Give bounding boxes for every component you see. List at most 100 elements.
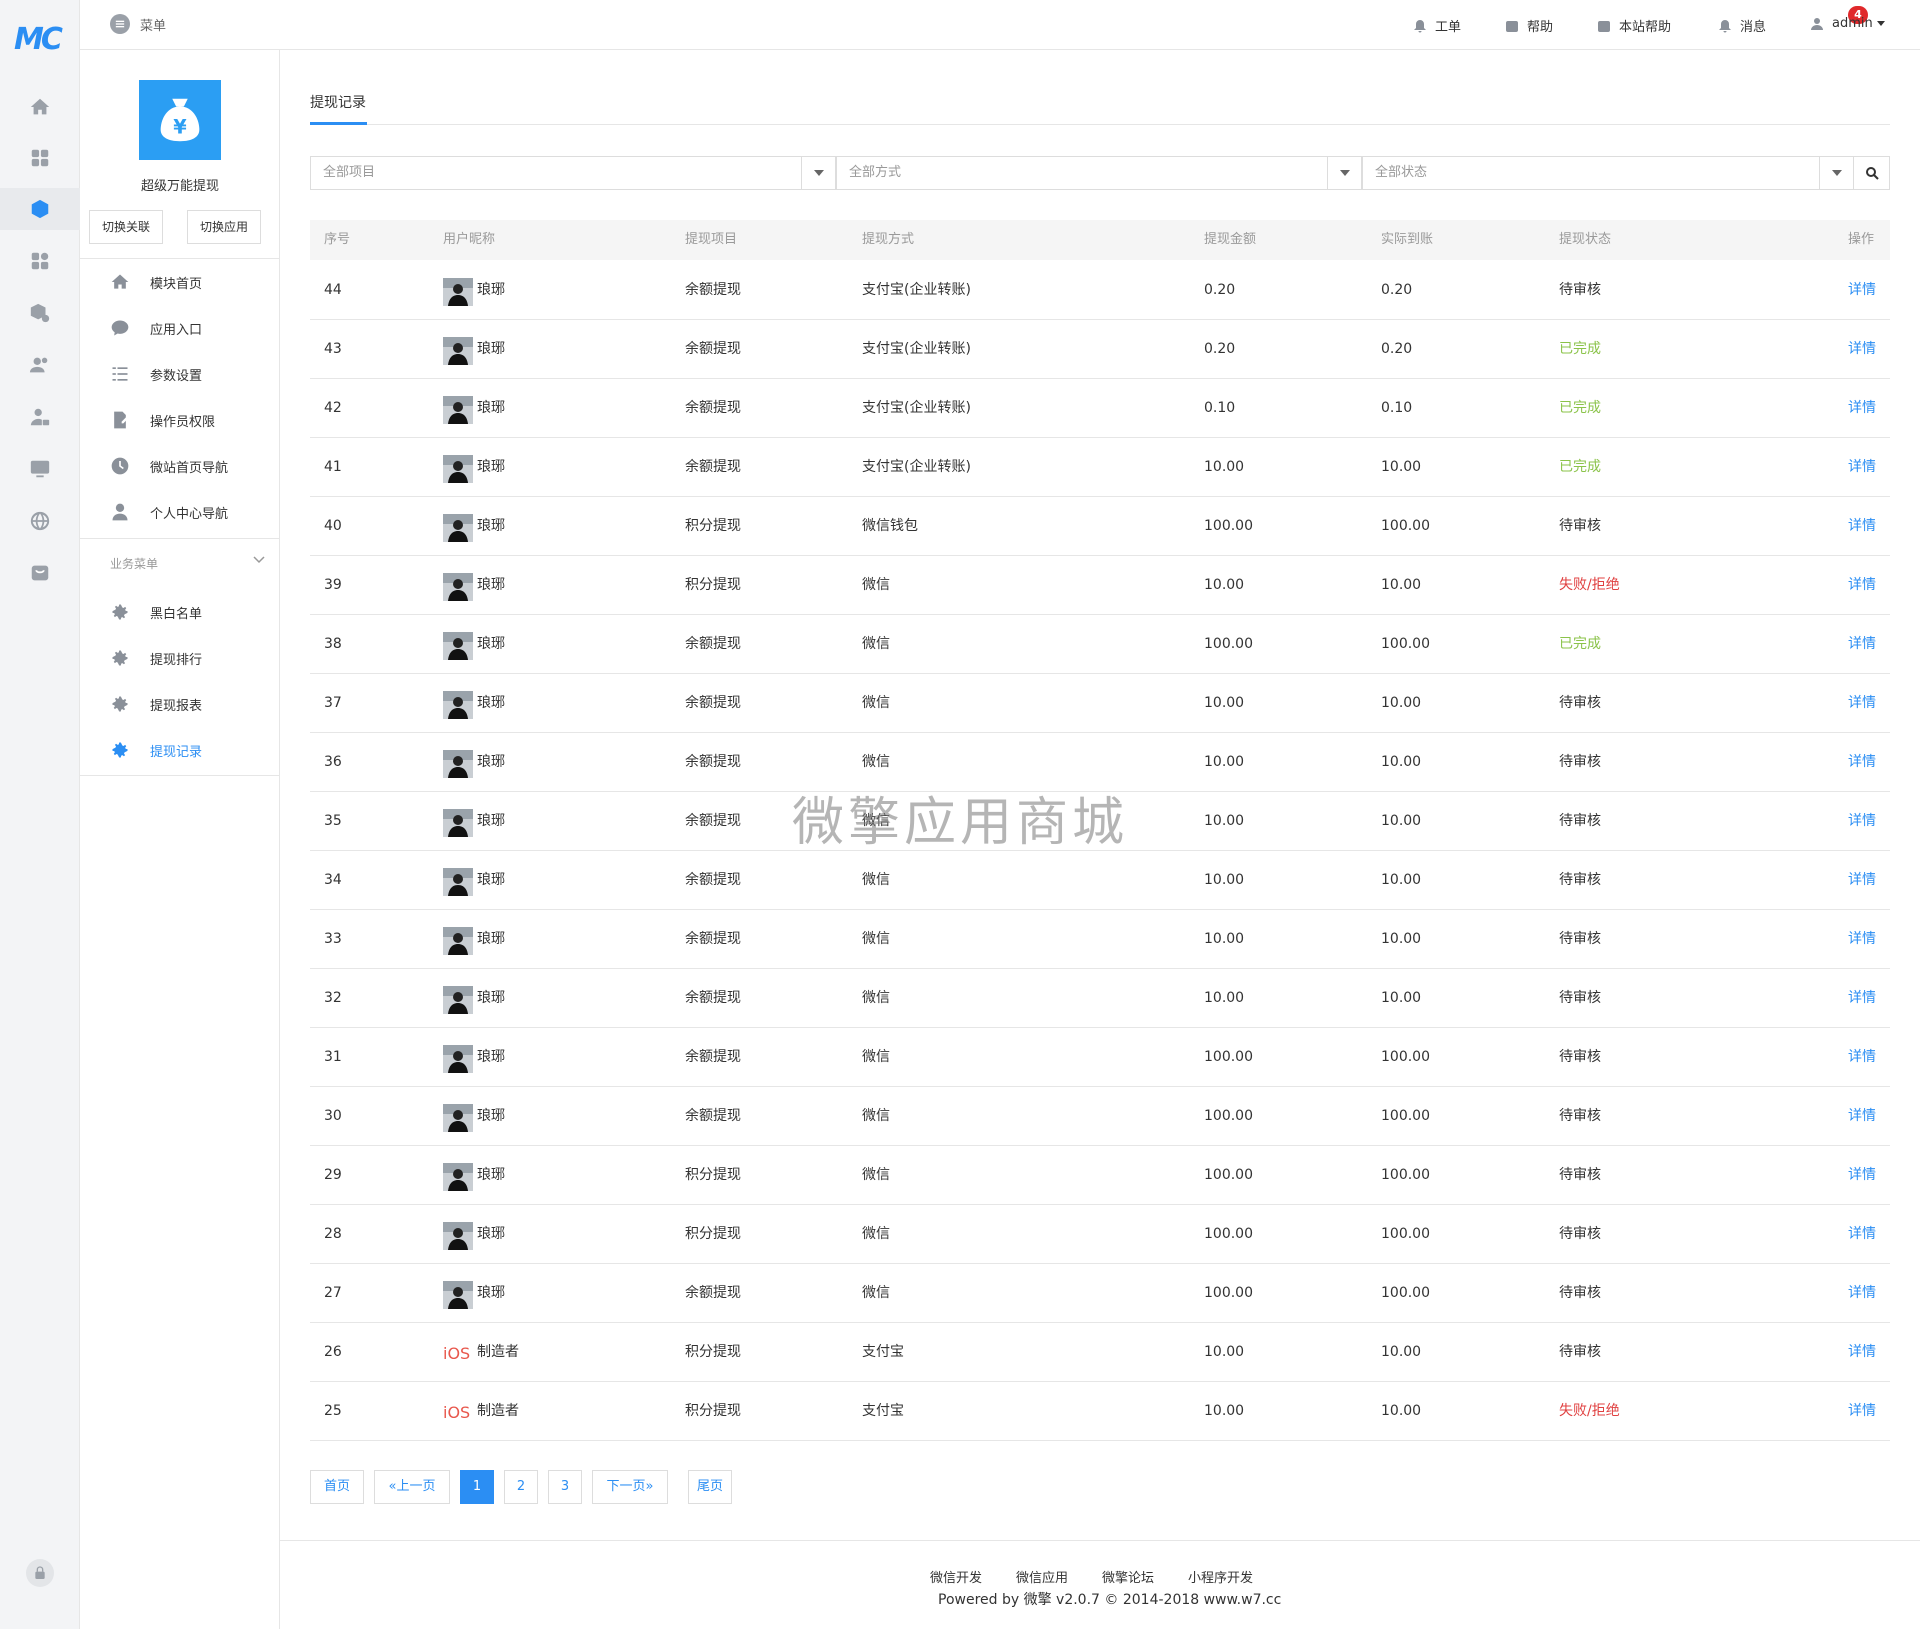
cell-actual: 100.00 <box>1381 1167 1430 1183</box>
table-row: 39 琅琊 积分提现 微信 10.00 10.00 失败/拒绝 详情 <box>310 556 1890 615</box>
sidebar-item-records[interactable]: 提现记录 <box>80 727 280 773</box>
cell-actual: 10.00 <box>1381 459 1422 475</box>
cell-nickname: 琅琊 <box>477 695 505 711</box>
switch-link-button[interactable]: 切换关联 <box>89 210 164 244</box>
page-next[interactable]: 下一页» <box>592 1470 668 1504</box>
project-select[interactable]: 全部项目 <box>310 156 836 190</box>
avatar <box>443 455 473 483</box>
widgets-icon[interactable] <box>28 249 52 273</box>
detail-link[interactable]: 详情 <box>1848 1028 1876 1086</box>
messages-link[interactable]: 消息 <box>1718 16 1766 35</box>
status-select[interactable]: 全部状态 <box>1362 156 1854 190</box>
users-icon[interactable] <box>28 353 52 377</box>
left-rail: MC <box>0 0 80 1629</box>
detail-link[interactable]: 详情 <box>1848 674 1876 732</box>
globe-icon[interactable] <box>28 509 52 533</box>
detail-link[interactable]: 详情 <box>1848 497 1876 555</box>
detail-link[interactable]: 详情 <box>1848 1382 1876 1440</box>
detail-link[interactable]: 详情 <box>1848 261 1876 319</box>
menu-toggle[interactable]: 菜单 <box>110 14 166 34</box>
cell-nickname: 制造者 <box>477 1403 519 1419</box>
footer-link[interactable]: 微信应用 <box>1016 1567 1068 1586</box>
cell-method: 微信 <box>862 872 890 888</box>
user-menu[interactable]: admin <box>1810 16 1885 31</box>
switch-app-button[interactable]: 切换应用 <box>187 210 262 244</box>
sidebar-item-blacklist[interactable]: 黑白名单 <box>80 589 280 635</box>
cell-id: 39 <box>324 577 342 593</box>
cell-actual: 100.00 <box>1381 1226 1430 1242</box>
page-3[interactable]: 3 <box>548 1470 582 1504</box>
table-row: 28 琅琊 积分提现 微信 100.00 100.00 待审核 详情 <box>310 1205 1890 1264</box>
top-bar: 菜单 工单 帮助 本站帮助 消息 4 admin <box>80 0 1920 50</box>
site-help-link[interactable]: 本站帮助 <box>1597 16 1671 35</box>
page-last[interactable]: 尾页 <box>688 1470 732 1504</box>
col-header-project: 提现项目 <box>685 232 738 247</box>
caret-down-icon <box>1327 157 1361 189</box>
footer-link[interactable]: 微擎论坛 <box>1102 1567 1154 1586</box>
status-badge: 已完成 <box>1559 400 1601 416</box>
monitor-icon[interactable] <box>28 457 52 481</box>
cell-id: 26 <box>324 1344 342 1360</box>
sidebar-item-app-entry[interactable]: 应用入口 <box>80 305 280 351</box>
footer-link[interactable]: 微信开发 <box>930 1567 982 1586</box>
lock-icon[interactable] <box>26 1559 54 1587</box>
detail-link[interactable]: 详情 <box>1848 379 1876 437</box>
detail-link[interactable]: 详情 <box>1848 1087 1876 1145</box>
detail-link[interactable]: 详情 <box>1848 733 1876 791</box>
help-link[interactable]: 帮助 <box>1505 16 1553 35</box>
chevron-down-icon[interactable] <box>252 553 266 567</box>
page-2[interactable]: 2 <box>504 1470 538 1504</box>
cell-amount: 0.20 <box>1204 282 1236 298</box>
method-select[interactable]: 全部方式 <box>836 156 1362 190</box>
package-settings-icon[interactable] <box>28 301 52 325</box>
detail-link[interactable]: 详情 <box>1848 1264 1876 1322</box>
detail-link[interactable]: 详情 <box>1848 320 1876 378</box>
module-cube-icon[interactable] <box>0 188 80 230</box>
cell-nickname: 琅琊 <box>477 577 505 593</box>
cell-nickname: 琅琊 <box>477 341 505 357</box>
sidebar-item-settings[interactable]: 参数设置 <box>80 351 280 397</box>
cell-actual: 100.00 <box>1381 1049 1430 1065</box>
cell-id: 36 <box>324 754 342 770</box>
detail-link[interactable]: 详情 <box>1848 556 1876 614</box>
detail-link[interactable]: 详情 <box>1848 969 1876 1027</box>
status-badge: 待审核 <box>1559 1108 1601 1124</box>
ticket-link[interactable]: 工单 <box>1413 16 1461 35</box>
cell-project: 余额提现 <box>685 1049 741 1065</box>
cell-id: 34 <box>324 872 342 888</box>
cell-id: 25 <box>324 1403 342 1419</box>
menu-label: 菜单 <box>140 18 167 34</box>
home-icon[interactable] <box>28 95 52 119</box>
avatar <box>443 986 473 1014</box>
detail-link[interactable]: 详情 <box>1848 1146 1876 1204</box>
brand-logo[interactable]: MC <box>14 22 66 58</box>
detail-link[interactable]: 详情 <box>1848 438 1876 496</box>
sidebar-item-module-home[interactable]: 模块首页 <box>80 259 280 305</box>
detail-link[interactable]: 详情 <box>1848 910 1876 968</box>
cell-actual: 100.00 <box>1381 1108 1430 1124</box>
table-row: 32 琅琊 余额提现 微信 10.00 10.00 待审核 详情 <box>310 969 1890 1028</box>
detail-link[interactable]: 详情 <box>1848 1323 1876 1381</box>
page-first[interactable]: 首页 <box>310 1470 364 1504</box>
detail-link[interactable]: 详情 <box>1848 1205 1876 1263</box>
col-header-amount: 提现金额 <box>1204 232 1257 247</box>
cell-actual: 10.00 <box>1381 990 1422 1006</box>
sidebar-item-operator-permission[interactable]: 操作员权限 <box>80 397 280 443</box>
search-button[interactable] <box>1853 156 1890 190</box>
page-prev[interactable]: «上一页 <box>374 1470 450 1504</box>
sidebar-item-report[interactable]: 提现报表 <box>80 681 280 727</box>
detail-link[interactable]: 详情 <box>1848 851 1876 909</box>
store-bag-icon[interactable] <box>28 561 52 585</box>
tab-withdraw-records[interactable]: 提现记录 <box>310 92 366 112</box>
sidebar-item-ranking[interactable]: 提现排行 <box>80 635 280 681</box>
user-lock-icon[interactable] <box>28 405 52 429</box>
footer-link[interactable]: 小程序开发 <box>1188 1567 1253 1586</box>
sidebar-item-site-home-nav[interactable]: 微站首页导航 <box>80 443 280 489</box>
page-1[interactable]: 1 <box>460 1470 494 1504</box>
detail-link[interactable]: 详情 <box>1848 792 1876 850</box>
detail-link[interactable]: 详情 <box>1848 615 1876 673</box>
apps-grid-icon[interactable] <box>28 146 52 170</box>
cell-project: 余额提现 <box>685 341 741 357</box>
cell-id: 40 <box>324 518 342 534</box>
sidebar-item-user-center-nav[interactable]: 个人中心导航 <box>80 489 280 535</box>
